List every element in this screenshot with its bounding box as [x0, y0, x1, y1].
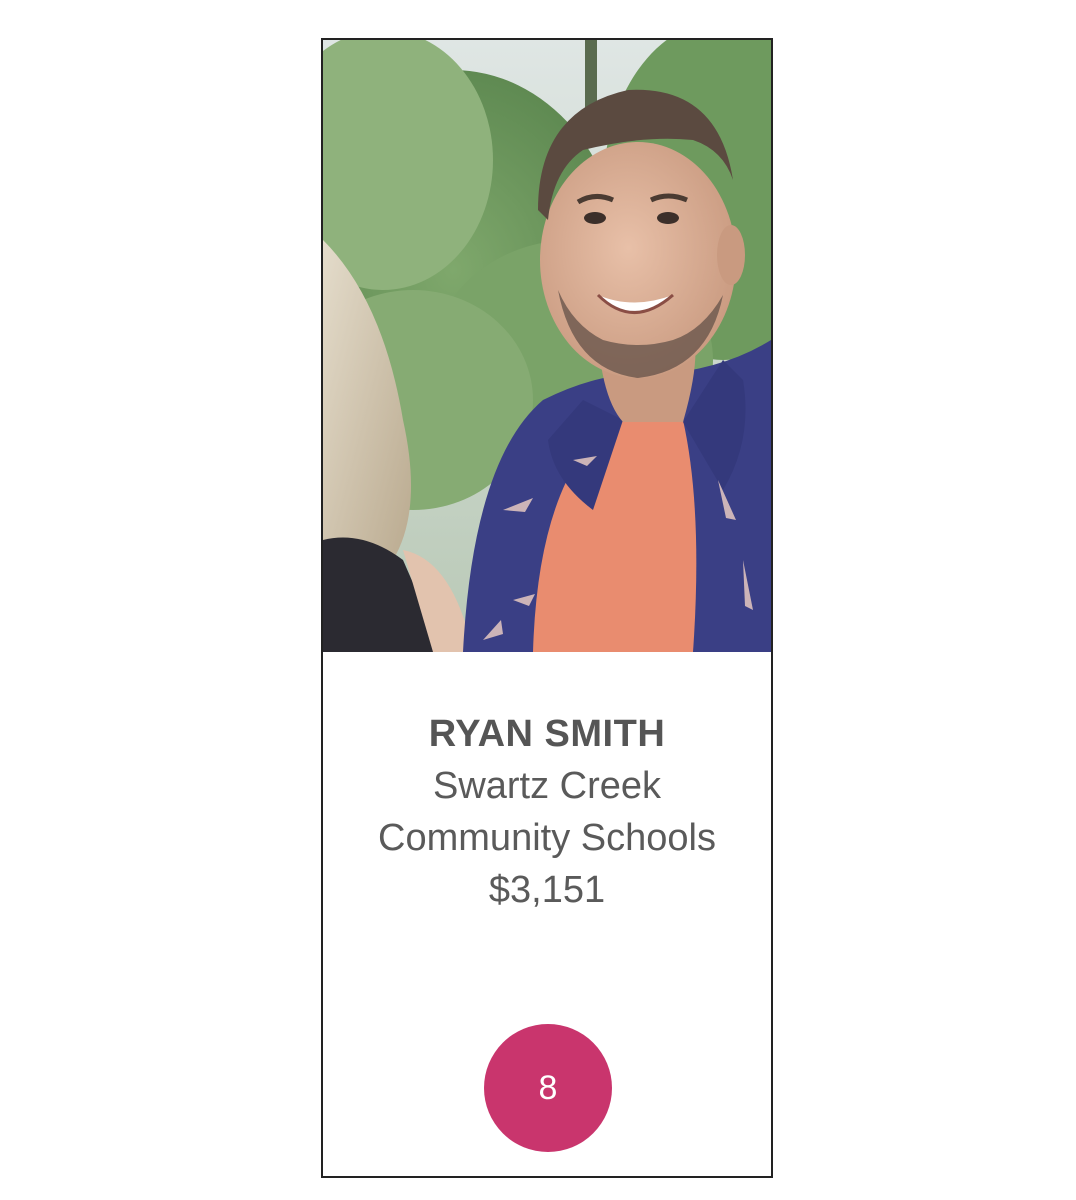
rank-badge: 8	[484, 1024, 612, 1152]
person-name: RYAN SMITH	[428, 713, 666, 755]
organization-line-1: Swartz Creek	[432, 765, 662, 807]
fundraiser-card: RYAN SMITH Swartz Creek Community School…	[321, 38, 773, 1178]
organization-line-2: Community Schools	[378, 817, 716, 859]
portrait-photo	[323, 40, 771, 652]
card-info: RYAN SMITH Swartz Creek Community School…	[323, 652, 771, 916]
amount: $3,151	[488, 869, 606, 911]
